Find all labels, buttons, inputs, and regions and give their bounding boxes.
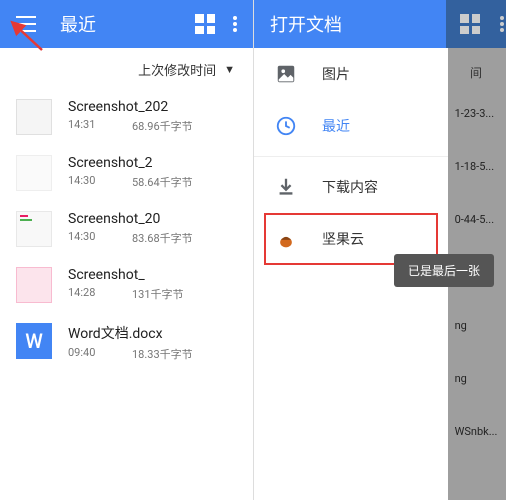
drawer-item-recent[interactable]: 最近 [254, 100, 448, 152]
grid-view-icon[interactable] [195, 14, 215, 34]
grid-view-icon [460, 14, 480, 34]
file-thumbnail [16, 211, 52, 247]
nutstore-icon [274, 227, 298, 251]
drawer-item-downloads[interactable]: 下载内容 [254, 161, 448, 213]
menu-icon[interactable] [16, 16, 36, 32]
file-time: 14:30 [68, 230, 132, 246]
drawer-item-images[interactable]: 图片 [254, 48, 448, 100]
file-size: 68.96千字节 [132, 118, 193, 134]
drawer-list: 图片最近下载内容坚果云 [254, 48, 448, 265]
recent-icon [274, 114, 298, 138]
downloads-icon [274, 175, 298, 199]
file-size: 131千字节 [132, 286, 184, 302]
file-name: Word文档.docx [68, 323, 237, 343]
dimmed-toolbar-icons [446, 0, 506, 48]
toast-message: 已是最后一张 [394, 254, 494, 287]
file-thumbnail [16, 155, 52, 191]
drawer-item-label: 坚果云 [322, 229, 364, 249]
bg-filename-fragment: ng [455, 319, 498, 332]
bg-filename-fragment: ng [455, 372, 498, 385]
bg-filename-fragment: WSnbk... [455, 425, 498, 438]
drawer-title: 打开文档 [270, 11, 432, 37]
open-doc-pane: 间 1-23-3...1-18-5...0-44-5...0-37-5...ng… [254, 0, 506, 500]
file-thumbnail [16, 99, 52, 135]
file-thumbnail [16, 267, 52, 303]
file-time: 14:30 [68, 174, 132, 190]
bg-filename-fragment: 1-23-3... [455, 107, 498, 120]
sort-dropdown[interactable]: 上次修改时间 ▼ [0, 48, 253, 89]
file-row[interactable]: Screenshot_20 14:3083.68千字节 [0, 201, 253, 257]
bg-filename-fragment: 0-44-5... [455, 213, 498, 226]
file-thumbnail: W [16, 323, 52, 359]
file-row[interactable]: W Word文档.docx 09:4018.33千字节 [0, 313, 253, 372]
file-name: Screenshot_ [68, 267, 237, 283]
page-title: 最近 [60, 11, 183, 37]
more-icon[interactable] [233, 15, 237, 33]
drawer-item-label: 下载内容 [322, 177, 378, 197]
file-row[interactable]: Screenshot_ 14:28131千字节 [0, 257, 253, 313]
bg-filename-fragment: 1-18-5... [455, 160, 498, 173]
file-name: Screenshot_202 [68, 99, 237, 115]
file-row[interactable]: Screenshot_202 14:3168.96千字节 [0, 89, 253, 145]
file-row[interactable]: Screenshot_2 14:3058.64千字节 [0, 145, 253, 201]
sort-label: 上次修改时间 [138, 60, 216, 79]
file-time: 14:28 [68, 286, 132, 302]
file-time: 14:31 [68, 118, 132, 134]
drawer-item-label: 图片 [322, 64, 350, 84]
drawer-item-label: 最近 [322, 116, 350, 136]
bg-sort-fragment: 间 [470, 64, 482, 81]
file-picker-pane: 最近 上次修改时间 ▼ Screenshot_20214:3168.96千字节S… [0, 0, 254, 500]
file-name: Screenshot_2 [68, 155, 237, 171]
chevron-down-icon: ▼ [224, 63, 235, 76]
file-list: Screenshot_202 14:3168.96千字节 Screenshot_2 1… [0, 89, 253, 500]
more-icon [500, 15, 504, 33]
images-icon [274, 62, 298, 86]
right-toolbar: 打开文档 [254, 0, 448, 48]
file-size: 83.68千字节 [132, 230, 193, 246]
file-size: 18.33千字节 [132, 346, 193, 362]
file-size: 58.64千字节 [132, 174, 193, 190]
file-name: Screenshot_20 [68, 211, 237, 227]
left-toolbar: 最近 [0, 0, 253, 48]
file-time: 09:40 [68, 346, 132, 362]
